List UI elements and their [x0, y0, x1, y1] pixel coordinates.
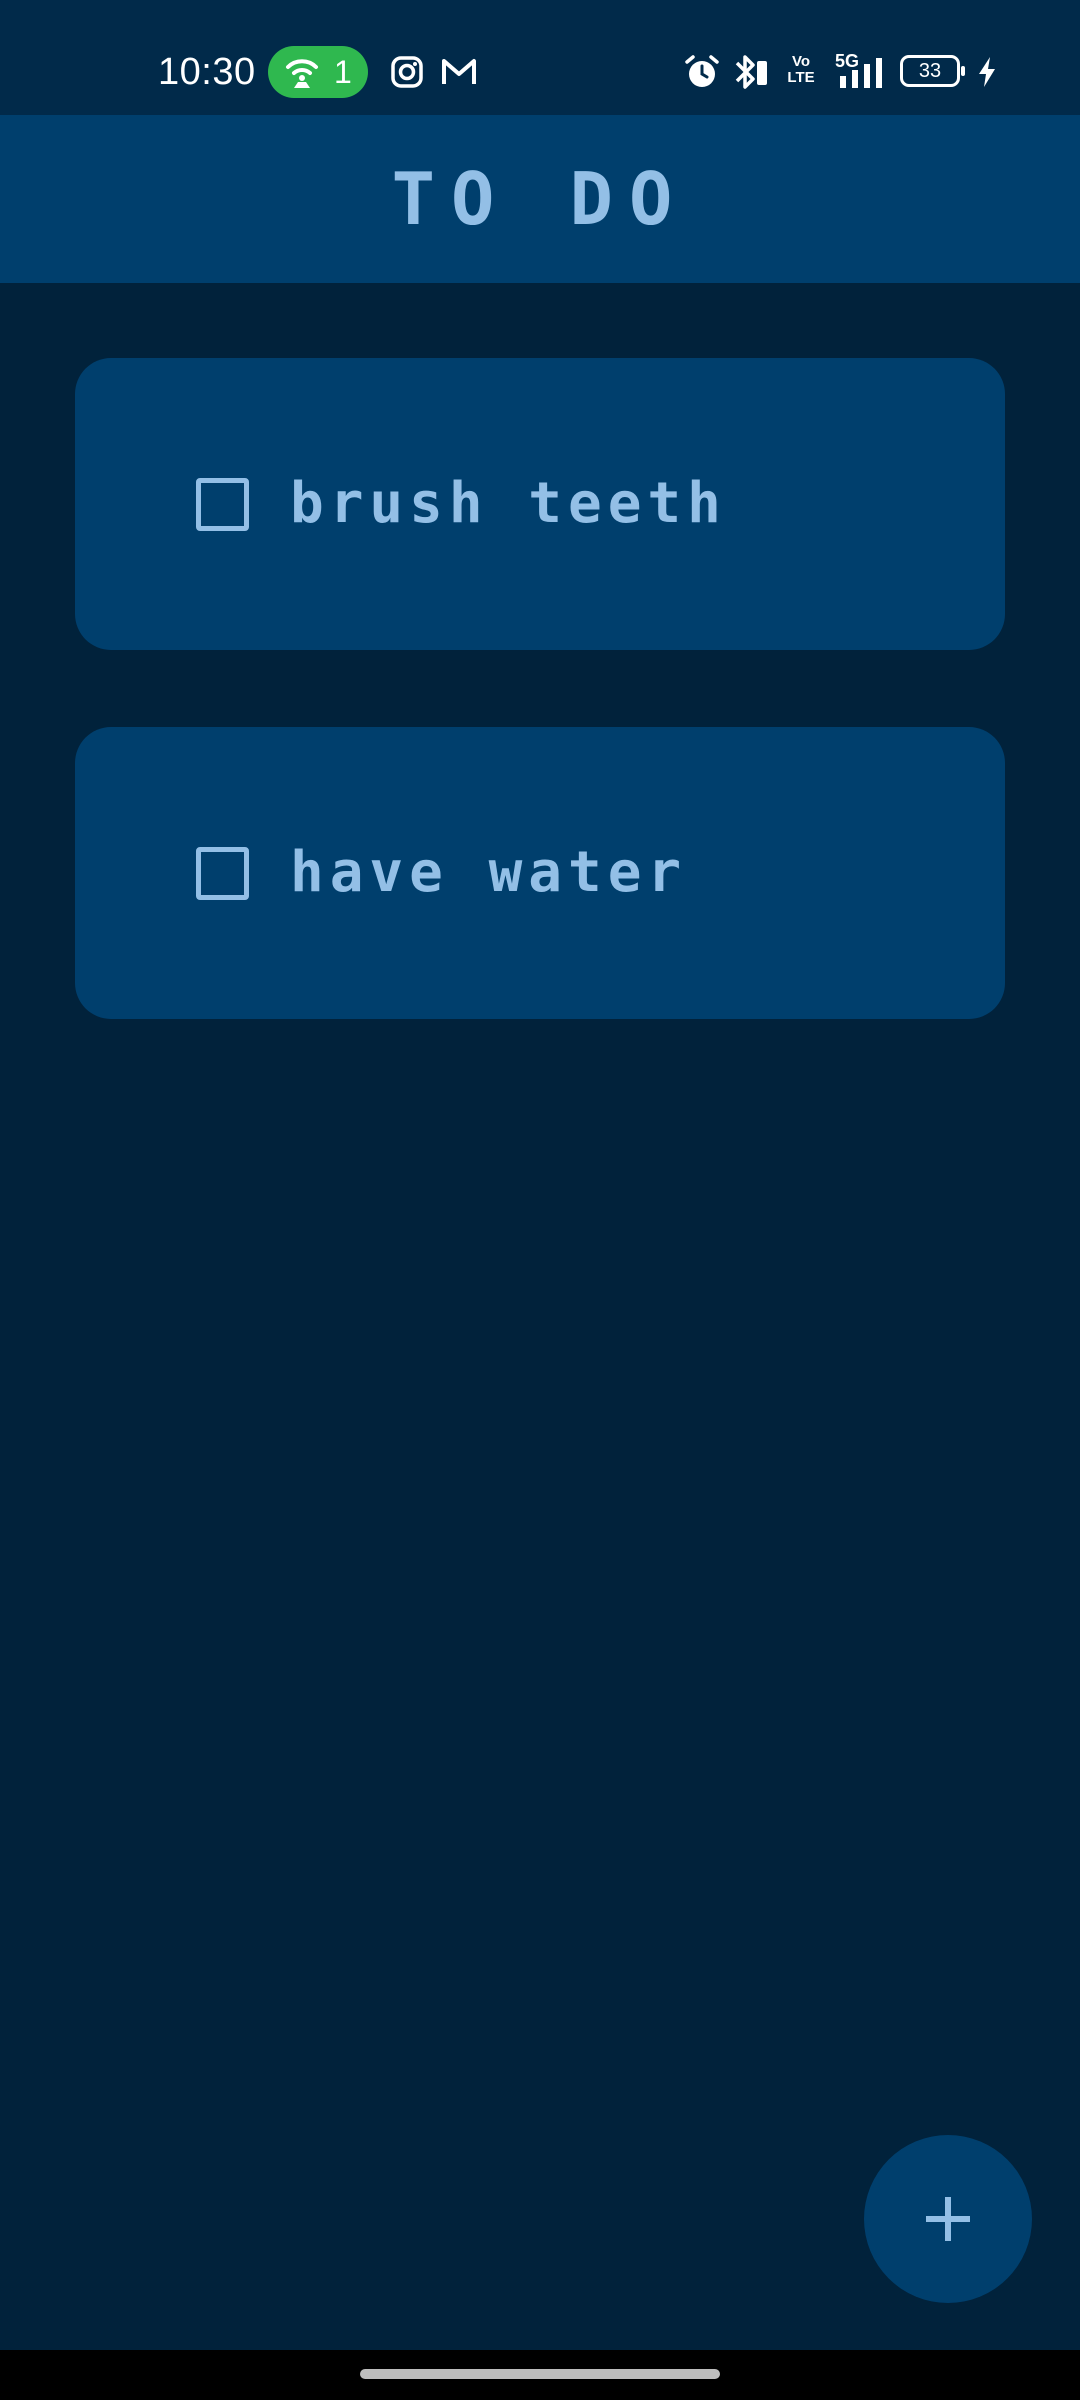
battery-icon: 33	[900, 55, 965, 87]
navigation-bar	[0, 2350, 1080, 2400]
bluetooth-icon	[735, 55, 767, 89]
gmail-icon	[442, 59, 476, 84]
task-item[interactable]: brush teeth	[75, 358, 1005, 650]
volte-bottom-label: LTE	[787, 69, 815, 86]
add-task-button[interactable]	[864, 2135, 1032, 2303]
status-bar: 10:30 1 Vo LTE 5G 33	[0, 0, 1080, 115]
battery-level: 33	[918, 60, 942, 82]
task-checkbox[interactable]	[196, 478, 249, 531]
hotspot-indicator[interactable]: 1	[268, 46, 368, 98]
task-item[interactable]: have water	[75, 727, 1005, 1019]
task-checkbox[interactable]	[196, 847, 249, 900]
alarm-icon	[685, 55, 719, 87]
app-header: TO DO	[0, 115, 1080, 283]
status-time: 10:30	[158, 51, 256, 93]
instagram-icon	[391, 56, 423, 88]
volte-icon: Vo LTE	[786, 54, 816, 86]
charging-icon	[979, 57, 995, 87]
hotspot-icon	[286, 59, 318, 88]
task-label: brush teeth	[290, 471, 727, 536]
home-indicator[interactable]	[360, 2369, 720, 2379]
hotspot-count: 1	[334, 54, 352, 90]
volte-top-label: Vo	[791, 53, 811, 70]
task-label: have water	[290, 840, 688, 905]
plus-icon	[926, 2197, 970, 2241]
signal-icon	[840, 58, 882, 88]
page-title: TO DO	[391, 157, 689, 241]
